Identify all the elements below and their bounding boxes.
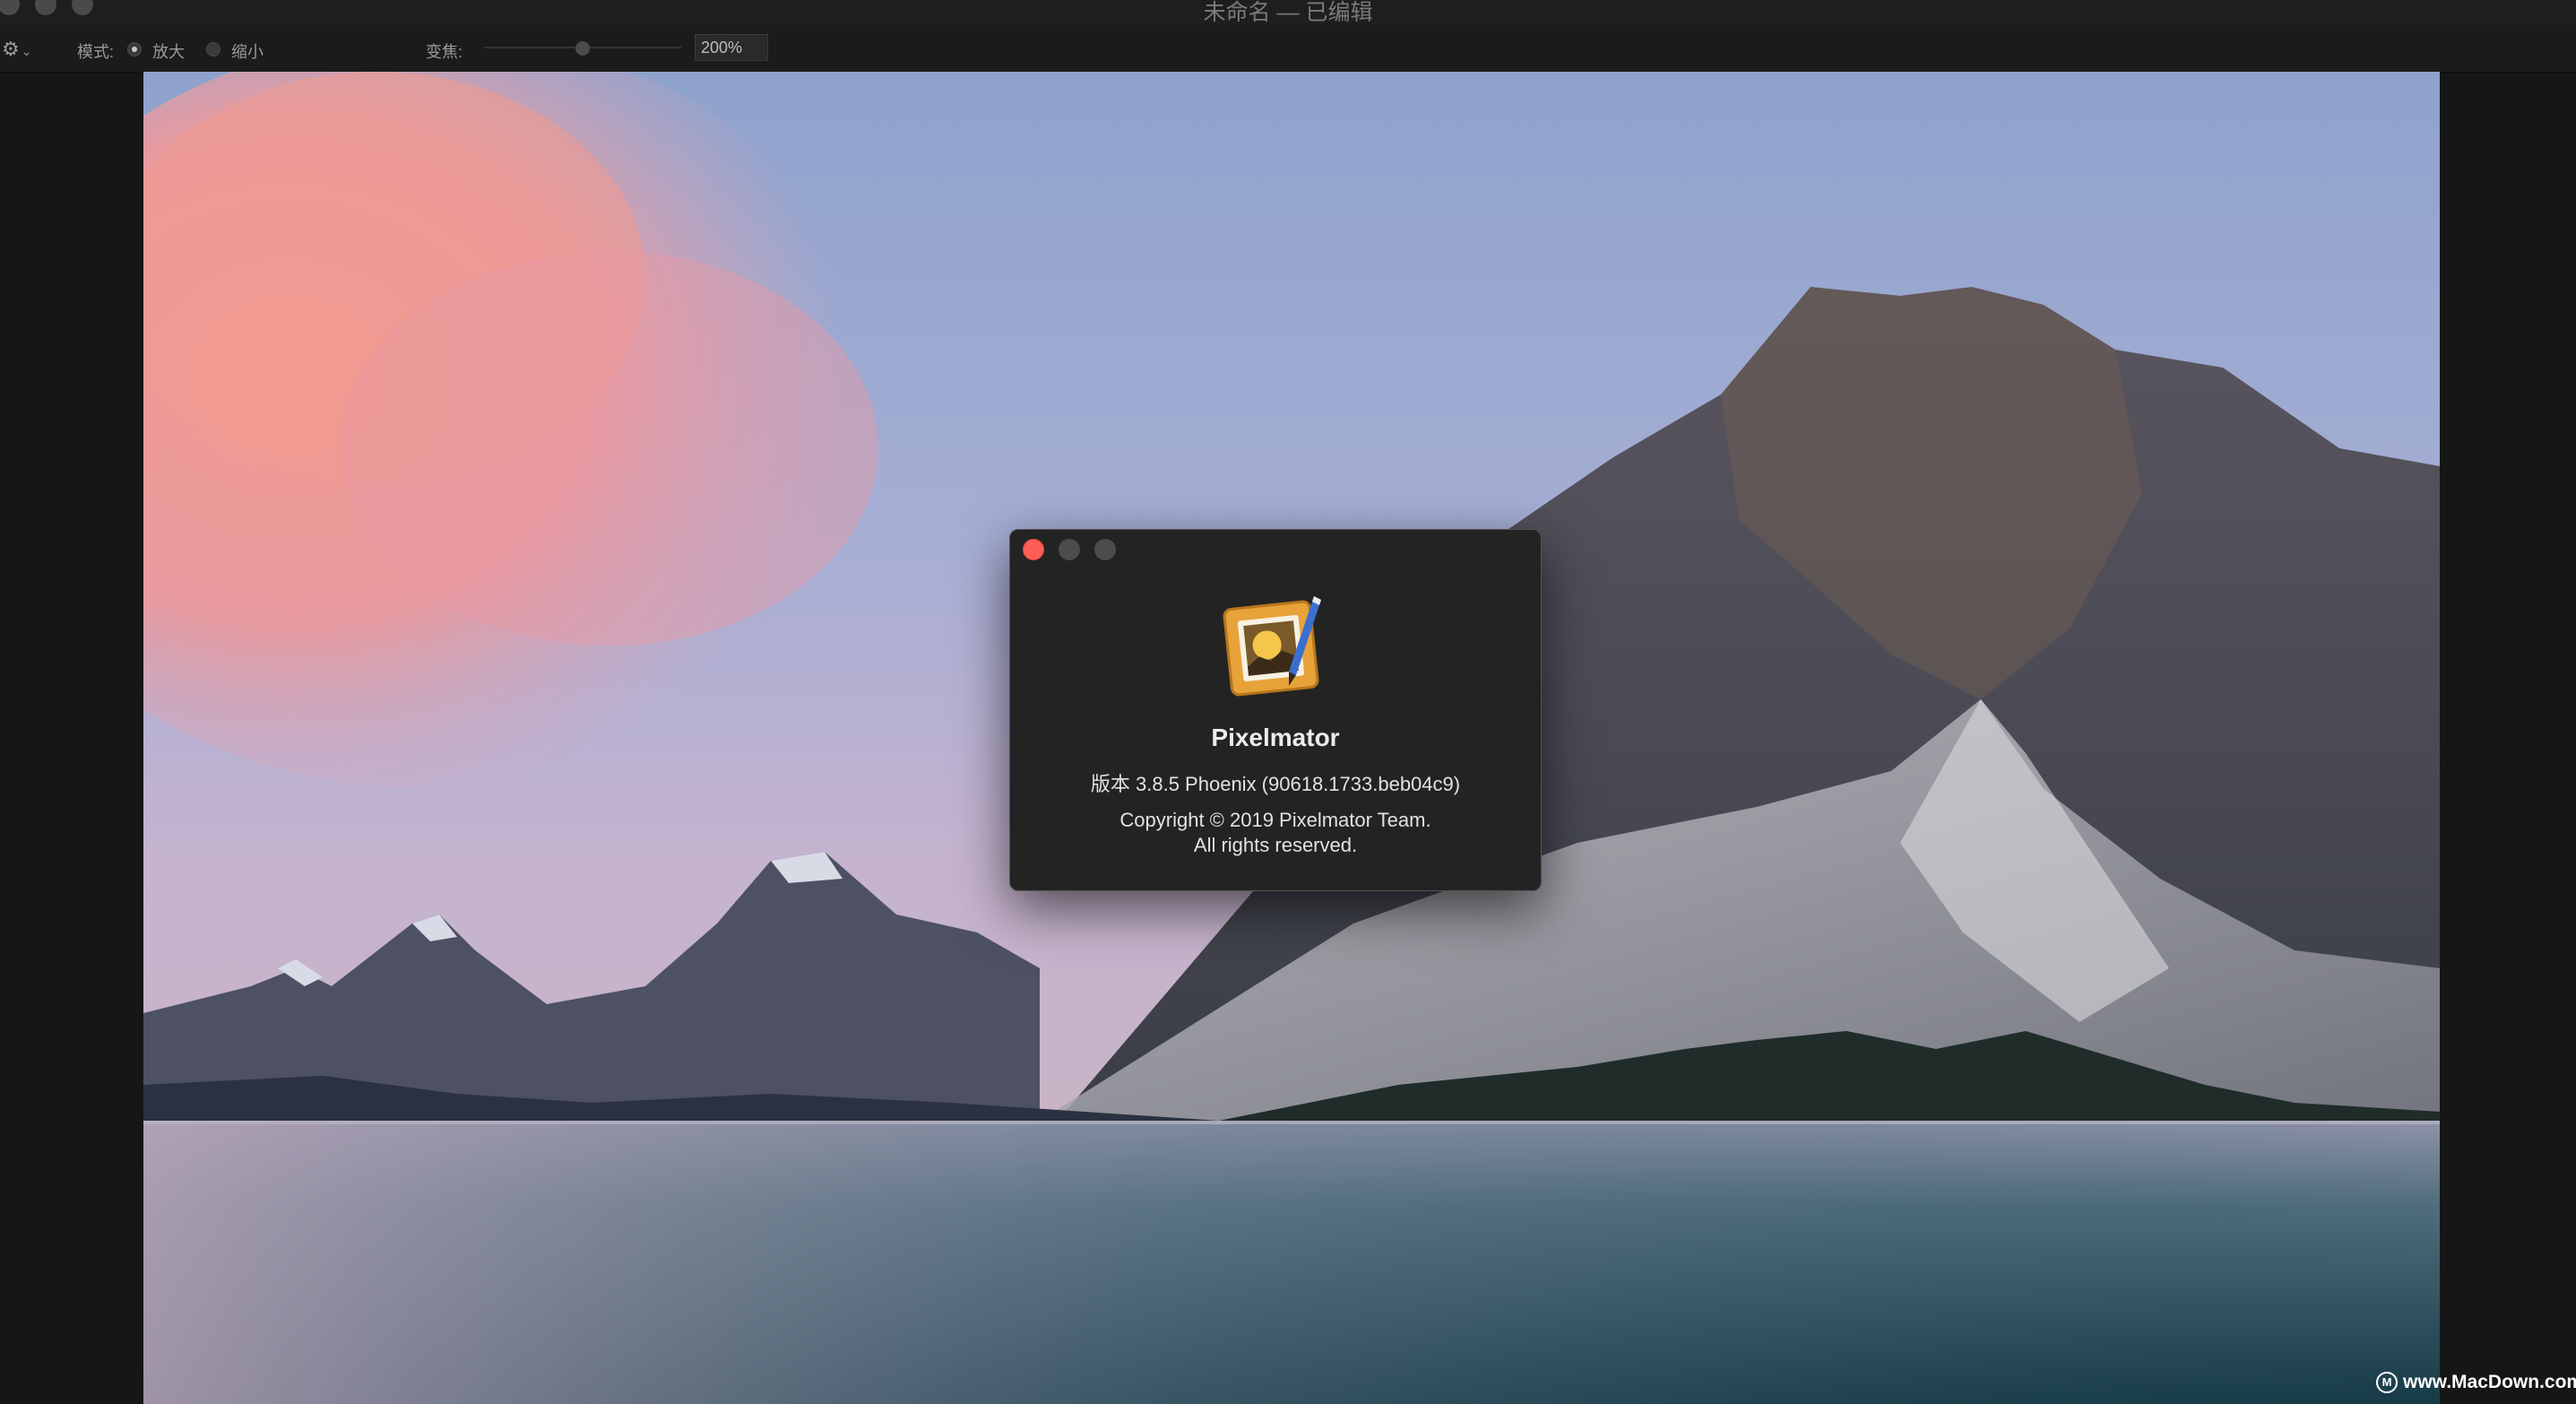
zoom-value-field[interactable]: 200%: [695, 34, 768, 61]
copyright-text: Copyright © 2019 Pixelmator Team. All ri…: [1010, 808, 1541, 858]
watermark-text: www.MacDown.com: [2403, 1372, 2576, 1392]
window-title: 未命名 — 已编辑: [1203, 0, 1373, 25]
version-text: 版本 3.8.5 Phoenix (90618.1733.beb04c9): [1090, 773, 1461, 795]
copyright-line: Copyright © 2019 Pixelmator Team.: [1119, 809, 1431, 831]
dialog-zoom-button: [1094, 539, 1116, 560]
dialog-minimize-button: [1059, 539, 1080, 560]
about-dialog: Pixelmator 版本 3.8.5 Phoenix (90618.1733.…: [1009, 529, 1542, 891]
gear-icon: ⚙: [2, 38, 20, 60]
mode-zoom-out-radio[interactable]: [206, 42, 220, 56]
title-bar: 未命名 — 已编辑: [0, 0, 2576, 25]
mode-zoom-in-label[interactable]: 放大: [152, 39, 185, 63]
watermark: Mwww.MacDown.com: [2376, 1372, 2576, 1394]
rights-line: All rights reserved.: [1193, 834, 1358, 856]
chevron-down-icon: ⌄: [21, 44, 32, 58]
mode-zoom-in-radio[interactable]: [127, 42, 142, 56]
zoom-slider-knob[interactable]: [575, 41, 590, 56]
mode-zoom-out-label[interactable]: 缩小: [231, 39, 264, 63]
mode-label: 模式:: [77, 43, 115, 61]
gear-menu-button[interactable]: ⚙ ⌄: [2, 38, 38, 61]
zoom-label: 变焦:: [426, 43, 463, 61]
dialog-close-button[interactable]: [1023, 539, 1044, 560]
toolbar: ⚙ ⌄ 模式: 放大 缩小 变焦:: [0, 25, 2576, 73]
pixelmator-app-icon: [1223, 596, 1321, 697]
app-name: Pixelmator: [1211, 724, 1340, 751]
macdown-logo-icon: M: [2376, 1372, 2398, 1394]
